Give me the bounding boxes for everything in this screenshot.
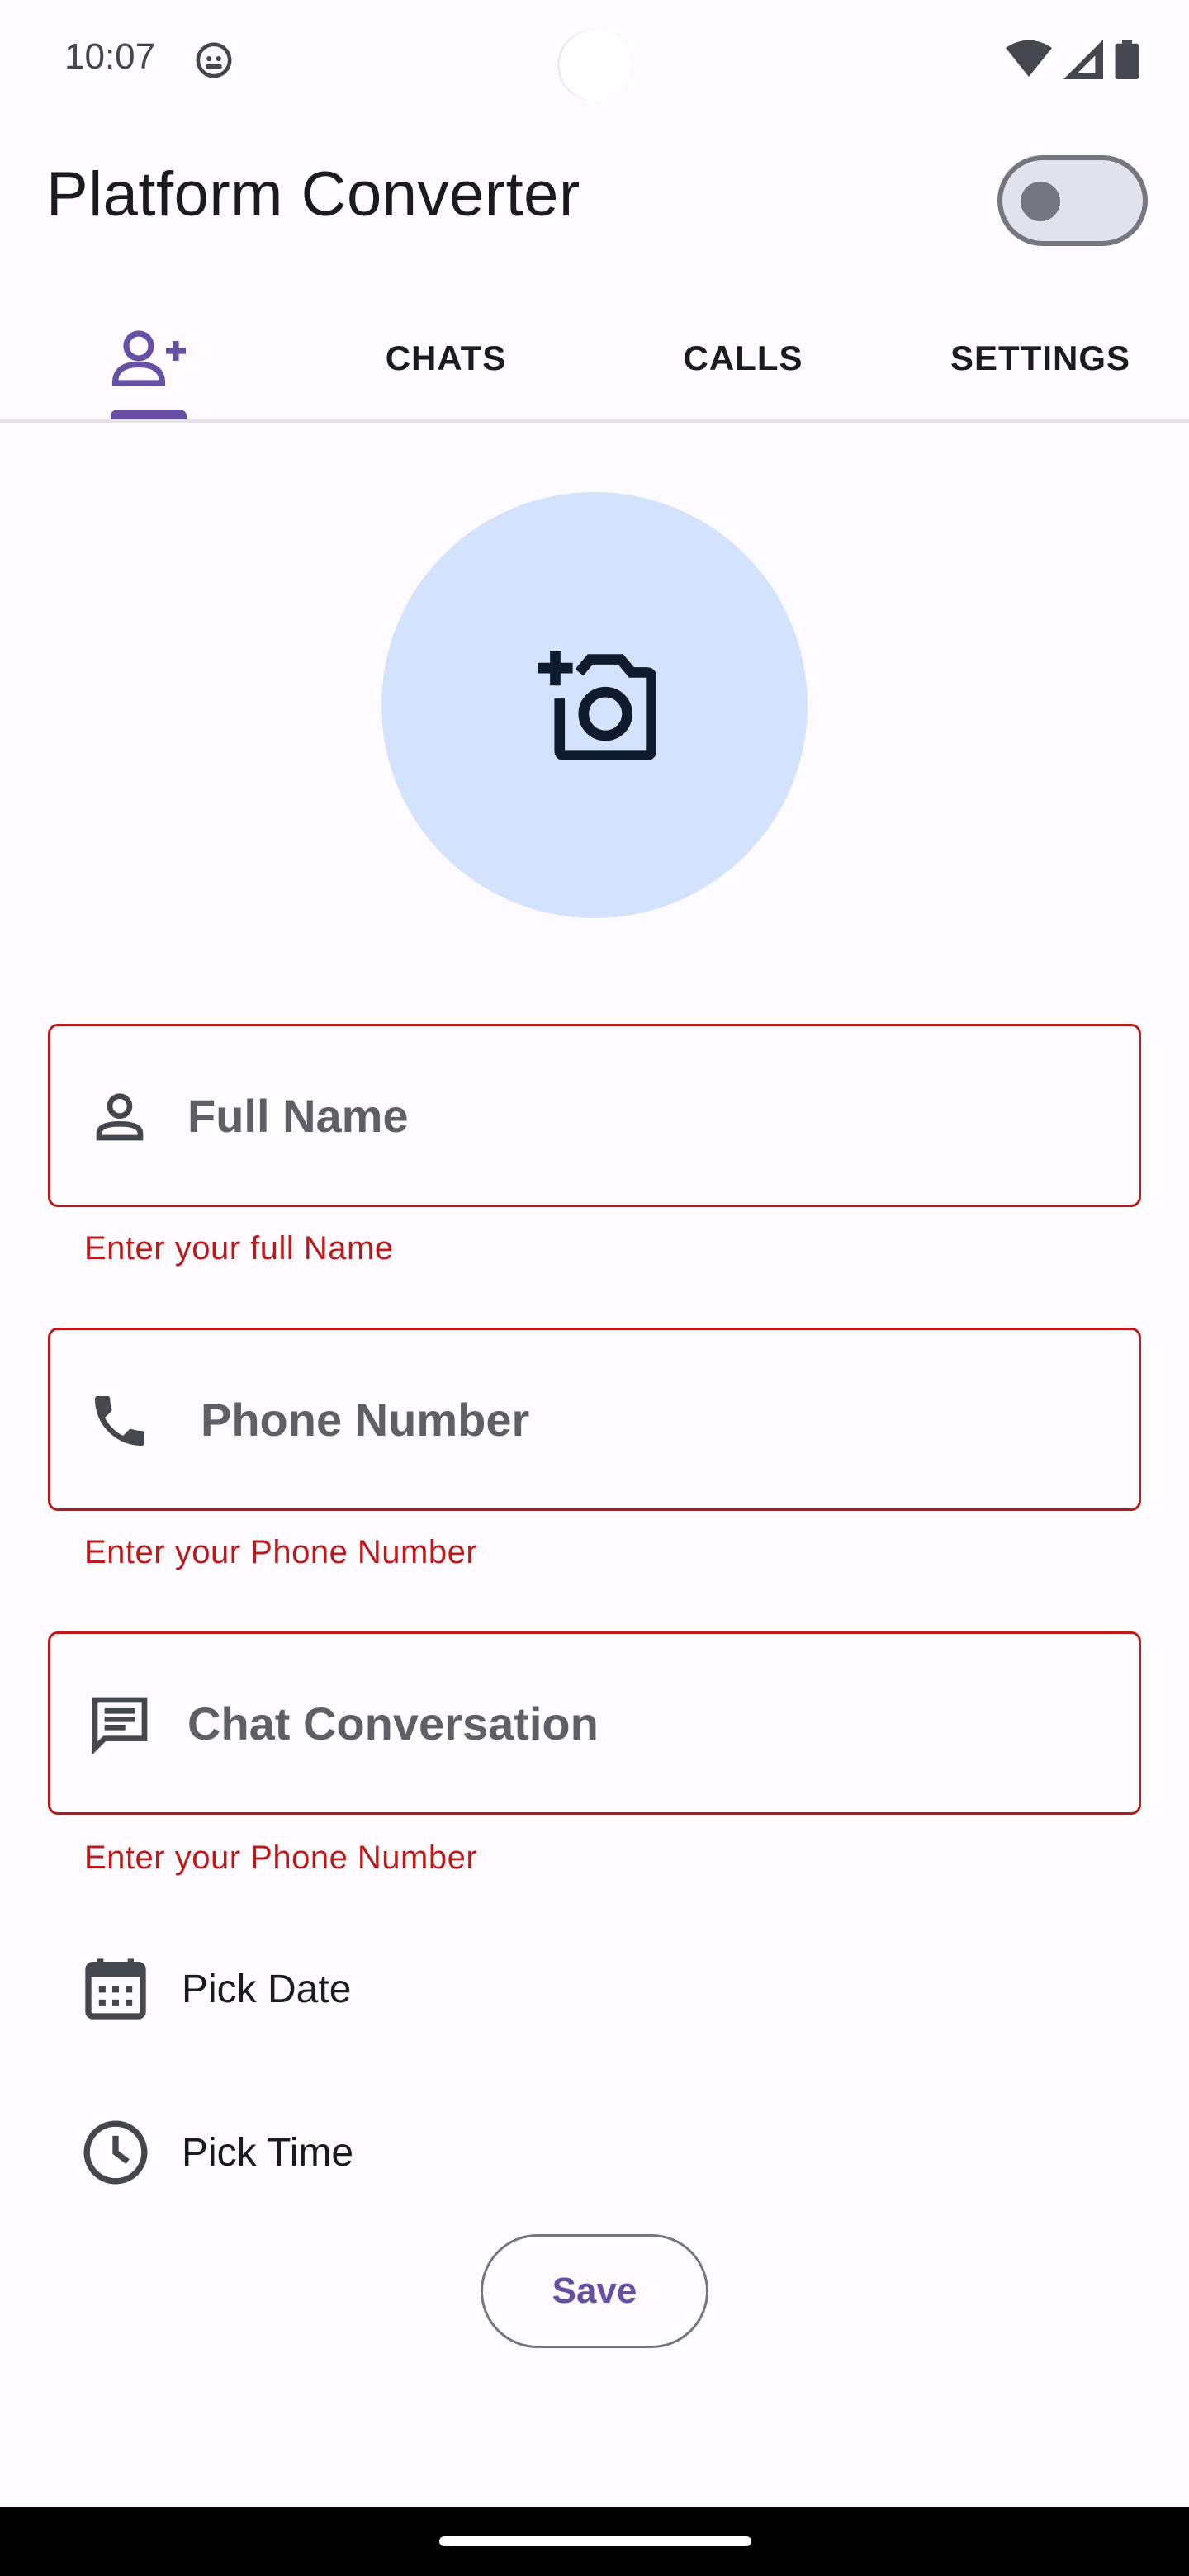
chat-conversation-error: Enter your Phone Number — [84, 1840, 478, 1876]
tab-settings[interactable]: SETTINGS — [892, 297, 1189, 419]
pick-date-button[interactable]: Pick Date — [79, 1952, 575, 2026]
phone-number-placeholder: Phone Number — [201, 1394, 530, 1446]
page-title: Platform Converter — [46, 159, 580, 230]
avatar-picker[interactable] — [381, 492, 808, 918]
battery-icon — [1115, 40, 1139, 79]
save-button[interactable]: Save — [481, 2234, 708, 2348]
navigation-bar — [0, 2507, 1189, 2576]
screen: 10:07 Platform Converter CHATS CALLS SET… — [0, 0, 1189, 2576]
toggle-knob — [1021, 182, 1060, 221]
full-name-error: Enter your full Name — [84, 1230, 394, 1267]
person-add-icon — [111, 330, 186, 386]
calendar-icon — [85, 1958, 146, 2020]
chat-conversation-field[interactable]: Chat Conversation — [48, 1631, 1141, 1815]
full-name-field[interactable]: Full Name — [48, 1024, 1141, 1207]
tab-calls-label: CALLS — [683, 339, 803, 377]
tab-indicator — [111, 410, 187, 419]
tab-settings-label: SETTINGS — [950, 339, 1131, 377]
status-time: 10:07 — [64, 36, 156, 77]
camera-cutout — [560, 30, 631, 101]
phone-number-error: Enter your Phone Number — [84, 1534, 478, 1570]
pick-date-label: Pick Date — [182, 1967, 352, 2011]
cell-signal-icon — [1063, 40, 1103, 79]
pick-time-label: Pick Time — [182, 2130, 354, 2175]
chat-conversation-placeholder: Chat Conversation — [187, 1698, 599, 1750]
full-name-placeholder: Full Name — [187, 1090, 409, 1142]
add-photo-camera-icon — [538, 651, 656, 760]
phone-number-field[interactable]: Phone Number — [48, 1328, 1141, 1511]
chat-icon — [92, 1697, 148, 1755]
phone-icon — [95, 1396, 144, 1446]
tab-add-contact[interactable] — [0, 297, 297, 419]
person-icon — [96, 1093, 144, 1141]
tab-calls[interactable]: CALLS — [594, 297, 892, 419]
tab-bar: CHATS CALLS SETTINGS — [0, 297, 1189, 423]
tab-chats-label: CHATS — [385, 339, 507, 377]
status-icons — [1006, 38, 1139, 81]
theme-toggle[interactable] — [997, 155, 1148, 246]
tab-chats[interactable]: CHATS — [297, 297, 594, 419]
wifi-icon — [1006, 40, 1052, 77]
pick-time-button[interactable]: Pick Time — [79, 2115, 575, 2190]
robot-notification-icon — [196, 42, 232, 78]
home-gesture-handle[interactable] — [439, 2536, 751, 2546]
clock-icon — [83, 2120, 148, 2185]
status-bar: 10:07 — [0, 0, 1189, 124]
